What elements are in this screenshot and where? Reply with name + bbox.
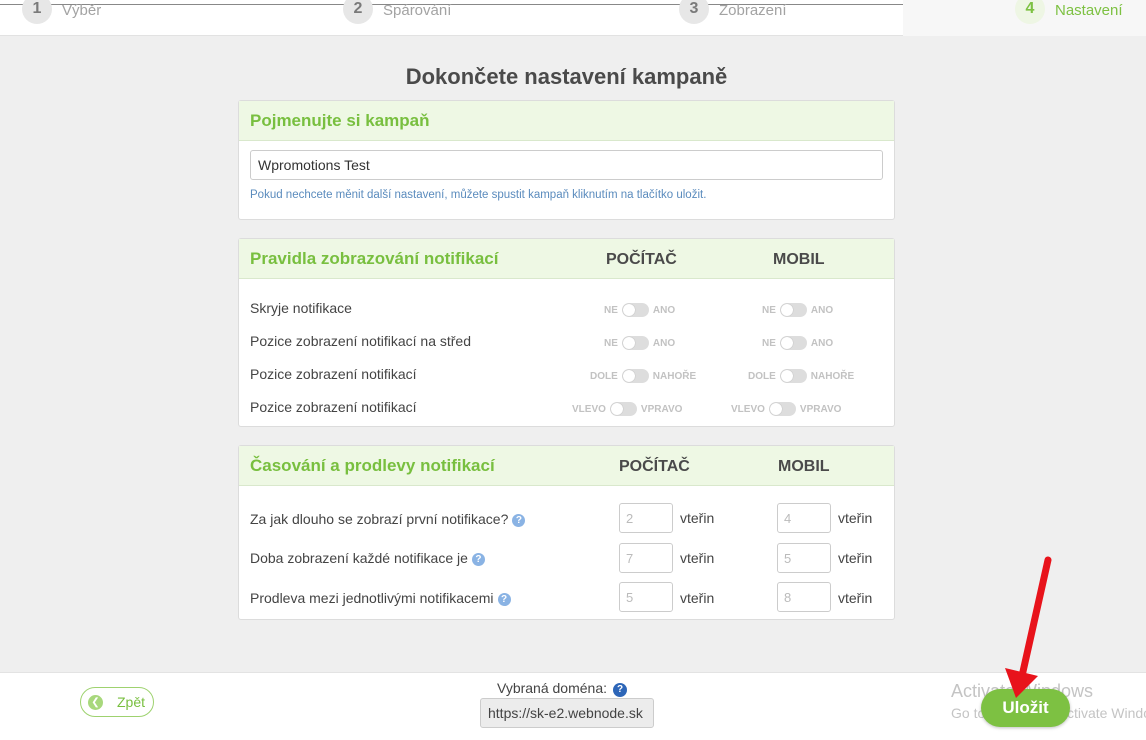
step-number: 3 — [679, 0, 709, 24]
display-rules-card: Pravidla zobrazování notifikací POČÍTAČ … — [238, 238, 895, 427]
card-header: Pojmenujte si kampaň — [239, 101, 894, 141]
toggle-switch[interactable] — [621, 336, 649, 350]
toggle-on-label: ANO — [652, 337, 676, 349]
column-mobile: MOBIL — [778, 458, 830, 475]
card-title: Pojmenujte si kampaň — [250, 111, 430, 130]
step-label: Zobrazení — [719, 2, 787, 19]
toggle-on-label: VPRAVO — [640, 403, 683, 415]
display-duration-desktop-input[interactable] — [619, 543, 673, 573]
toggle-switch[interactable] — [779, 336, 807, 350]
toggle-hide-desktop[interactable]: NE ANO — [604, 303, 675, 317]
timing-label-text: Za jak dlouho se zobrazí první notifikac… — [250, 511, 509, 527]
toggle-off-label: VLEVO — [731, 403, 765, 415]
timing-card: Časování a prodlevy notifikací POČÍTAČ M… — [238, 445, 895, 620]
step-1[interactable]: 1 Výběr — [22, 0, 101, 36]
interval-mobile-input[interactable] — [777, 582, 831, 612]
toggle-switch[interactable] — [621, 369, 649, 383]
toggle-off-label: NE — [604, 304, 618, 316]
campaign-name-card: Pojmenujte si kampaň Pokud nechcete měni… — [238, 100, 895, 220]
save-button[interactable]: Uložit — [981, 689, 1070, 727]
column-desktop: POČÍTAČ — [619, 458, 690, 475]
step-label: Spárování — [383, 2, 452, 19]
toggle-off-label: NE — [604, 337, 618, 349]
toggle-on-label: NAHOŘE — [810, 370, 855, 382]
toggle-on-label: ANO — [810, 337, 834, 349]
toggle-off-label: VLEVO — [572, 403, 606, 415]
card-title: Pravidla zobrazování notifikací — [250, 249, 499, 268]
step-number: 2 — [343, 0, 373, 24]
toggle-center-mobile[interactable]: NE ANO — [762, 336, 833, 350]
back-button[interactable]: ❮ Zpět — [80, 687, 154, 717]
campaign-name-hint: Pokud nechcete měnit další nastavení, mů… — [250, 189, 707, 201]
toggle-on-label: NAHOŘE — [652, 370, 697, 382]
timing-label-text: Doba zobrazení každé notifikace je — [250, 550, 468, 566]
top-divider — [0, 4, 1036, 5]
toggle-vertical-desktop[interactable]: DOLE NAHOŘE — [590, 369, 696, 383]
domain-label-text: Vybraná doména: — [497, 680, 607, 696]
toggle-off-label: NE — [762, 304, 776, 316]
toggle-horizontal-desktop[interactable]: VLEVO VPRAVO — [572, 402, 682, 416]
toggle-on-label: VPRAVO — [799, 403, 842, 415]
timing-label: Prodleva mezi jednotlivými notifikacemi? — [250, 590, 511, 606]
unit-label: vteřin — [680, 510, 715, 526]
step-label: Nastavení — [1055, 2, 1123, 19]
toggle-off-label: DOLE — [748, 370, 776, 382]
step-3[interactable]: 3 Zobrazení — [679, 0, 787, 36]
column-desktop: POČÍTAČ — [606, 251, 677, 268]
toggle-off-label: DOLE — [590, 370, 618, 382]
chevron-left-icon: ❮ — [88, 694, 103, 710]
page-title: Dokončete nastavení kampaně — [405, 64, 728, 89]
toggle-horizontal-mobile[interactable]: VLEVO VPRAVO — [731, 402, 841, 416]
toggle-on-label: ANO — [652, 304, 676, 316]
first-delay-mobile-input[interactable] — [777, 503, 831, 533]
selected-domain-field: https://sk-e2.webnode.sk — [480, 698, 654, 728]
toggle-switch[interactable] — [779, 369, 807, 383]
rule-label: Pozice zobrazení notifikací — [250, 399, 417, 415]
interval-desktop-input[interactable] — [619, 582, 673, 612]
card-header: Časování a prodlevy notifikací POČÍTAČ M… — [239, 446, 894, 486]
question-circle-icon[interactable]: ? — [471, 553, 485, 566]
step-number: 1 — [22, 0, 52, 24]
card-header: Pravidla zobrazování notifikací POČÍTAČ … — [239, 239, 894, 279]
toggle-off-label: NE — [762, 337, 776, 349]
toggle-switch[interactable] — [609, 402, 637, 416]
question-circle-icon[interactable]: ? — [613, 683, 627, 697]
step-2[interactable]: 2 Spárování — [343, 0, 451, 36]
unit-label: vteřin — [680, 550, 715, 566]
toggle-switch[interactable] — [621, 303, 649, 317]
domain-label: Vybraná doména:? — [497, 680, 627, 697]
campaign-name-input[interactable] — [250, 150, 883, 180]
timing-label: Doba zobrazení každé notifikace je? — [250, 550, 485, 566]
column-mobile: MOBIL — [773, 251, 825, 268]
toggle-hide-mobile[interactable]: NE ANO — [762, 303, 833, 317]
toggle-switch[interactable] — [779, 303, 807, 317]
rule-label: Pozice zobrazení notifikací na střed — [250, 333, 472, 349]
wizard-stepper: 1 Výběr 2 Spárování 3 Zobrazení 4 Nastav… — [0, 0, 1146, 36]
timing-label: Za jak dlouho se zobrazí první notifikac… — [250, 511, 526, 527]
toggle-vertical-mobile[interactable]: DOLE NAHOŘE — [748, 369, 854, 383]
rule-label: Pozice zobrazení notifikací — [250, 366, 417, 382]
unit-label: vteřin — [838, 510, 873, 526]
back-label: Zpět — [117, 694, 146, 710]
unit-label: vteřin — [680, 590, 715, 606]
timing-label-text: Prodleva mezi jednotlivými notifikacemi — [250, 590, 494, 606]
footer-bar: ❮ Zpět Vybraná doména:? https://sk-e2.we… — [0, 672, 1146, 740]
unit-label: vteřin — [838, 550, 873, 566]
unit-label: vteřin — [838, 590, 873, 606]
step-label: Výběr — [62, 2, 102, 19]
step-number: 4 — [1015, 0, 1045, 24]
toggle-on-label: ANO — [810, 304, 834, 316]
display-duration-mobile-input[interactable] — [777, 543, 831, 573]
rule-label: Skryje notifikace — [250, 300, 352, 316]
toggle-center-desktop[interactable]: NE ANO — [604, 336, 675, 350]
first-delay-desktop-input[interactable] — [619, 503, 673, 533]
question-circle-icon[interactable]: ? — [497, 593, 511, 606]
card-title: Časování a prodlevy notifikací — [250, 456, 495, 475]
toggle-switch[interactable] — [768, 402, 796, 416]
question-circle-icon[interactable]: ? — [512, 514, 526, 527]
step-4-active[interactable]: 4 Nastavení — [903, 0, 1146, 36]
